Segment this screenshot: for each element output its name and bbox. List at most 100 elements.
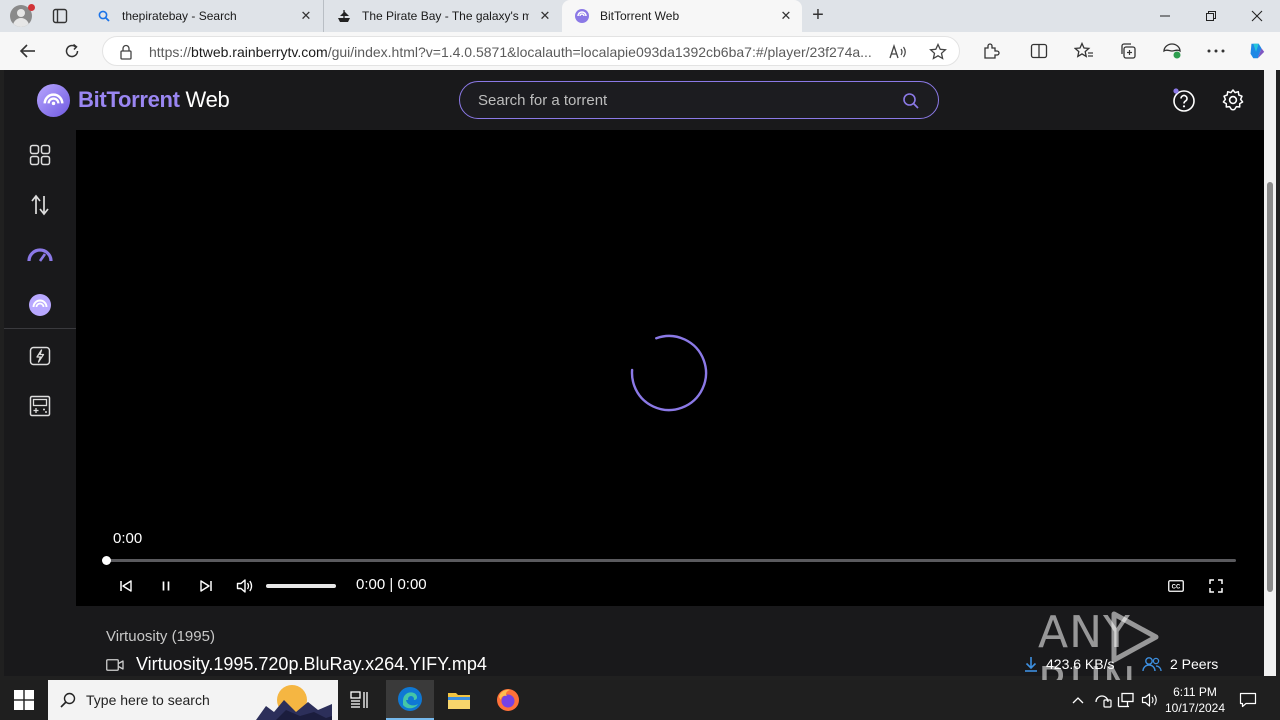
copilot-icon[interactable] [1246,41,1266,61]
taskbar-search-placeholder: Type here to search [86,692,210,708]
show-hidden-icons-button[interactable] [1068,690,1088,710]
pause-button[interactable] [156,576,176,596]
tab-title: The Pirate Bay - The galaxy's most resil… [362,9,529,23]
url-host: btweb.rainberrytv.com [191,44,328,60]
page-scrollbar[interactable] [1264,70,1276,676]
favorites-icon[interactable] [1074,41,1094,61]
sidebar-item-games[interactable] [26,392,54,420]
firefox-icon [497,689,519,711]
speaker-icon [1141,693,1157,707]
torrent-search-box [459,81,939,119]
network-button[interactable] [1116,690,1136,710]
back-button[interactable] [15,39,41,63]
close-tab-icon[interactable]: ✕ [298,8,314,24]
search-highlight-image-icon [256,682,332,720]
collections-icon[interactable] [1118,41,1138,61]
search-icon [60,692,76,708]
clock-date: 10/17/2024 [1164,701,1226,715]
favorite-star-icon[interactable] [929,43,947,61]
speed-icon [27,248,53,262]
fullscreen-button[interactable] [1206,576,1226,596]
restore-button[interactable] [1188,0,1234,32]
pirate-ship-icon [336,8,352,24]
scrollbar-thumb[interactable] [1267,182,1273,592]
restore-icon [1206,11,1216,21]
taskbar-firefox[interactable] [484,680,532,720]
back-arrow-icon [19,44,35,58]
task-view-icon [350,691,368,708]
read-aloud-icon[interactable] [889,43,907,61]
app-header: BitTorrent Web [4,70,1276,130]
settings-gear-icon[interactable] [1221,88,1245,112]
volume-tray-button[interactable] [1140,690,1160,710]
search-icon[interactable] [902,92,920,110]
close-tab-icon[interactable]: ✕ [778,8,794,24]
close-window-button[interactable] [1234,0,1280,32]
split-screen-icon[interactable] [1029,41,1049,61]
url-scheme: https:// [149,44,192,60]
address-bar[interactable]: https://btweb.rainberrytv.com/gui/index.… [102,36,960,66]
url-text[interactable]: https://btweb.rainberrytv.com/gui/index.… [149,44,889,60]
browser-essentials-icon[interactable] [1162,41,1182,61]
sidebar-item-power[interactable] [26,342,54,370]
sidebar-divider [4,328,76,329]
transfers-icon [31,194,49,216]
notifications-button[interactable] [1238,690,1258,710]
pause-icon [162,581,170,591]
playback-time: 0:00 | 0:00 [356,576,427,593]
sidebar-item-bittorrent[interactable] [26,291,54,319]
time-tooltip: 0:00 [113,530,143,547]
video-player[interactable]: 0:00 0:00 | 0:00 CC [76,130,1266,606]
tab-bittorrent-web[interactable]: BitTorrent Web ✕ [562,0,802,32]
bittorrent-logo-icon [36,83,71,117]
close-tab-icon[interactable]: ✕ [537,8,553,24]
extensions-icon[interactable] [981,41,1001,61]
volume-slider[interactable] [266,584,336,588]
sidebar-item-transfers[interactable] [26,191,54,219]
skip-back-icon [120,580,132,592]
captions-button[interactable]: CC [1166,576,1186,596]
closed-captions-icon: CC [1168,580,1184,592]
network-icon [1117,692,1134,708]
tab-thepiratebay-search[interactable]: thepiratebay - Search ✕ [84,0,322,32]
url-path: /gui/index.html?v=1.4.0.5871&localauth=l… [327,44,872,60]
sidebar-item-dashboard[interactable] [26,141,54,169]
search-icon [96,8,112,24]
tab-the-pirate-bay[interactable]: The Pirate Bay - The galaxy's most resil… [323,0,561,32]
tab-actions-icon[interactable] [52,8,68,24]
tab-title: thepiratebay - Search [122,9,237,23]
refresh-button[interactable] [59,39,85,63]
volume-icon [236,579,253,593]
close-icon [1251,10,1263,22]
media-file: Virtuosity.1995.720p.BluRay.x264.YIFY.mp… [106,654,487,675]
sidebar-item-speed[interactable] [26,241,54,269]
windows-start-icon[interactable] [14,690,34,710]
edge-icon [398,687,422,711]
brand-logo[interactable]: BitTorrent Web [36,82,230,118]
refresh-icon [65,43,79,58]
tray-app-icon[interactable] [1093,690,1113,710]
taskbar-file-explorer[interactable] [435,680,483,720]
taskbar-clock[interactable]: 6:11 PM 10/17/2024 [1160,684,1230,716]
brand-web: Web [179,87,230,112]
help-icon[interactable] [1172,88,1196,112]
new-tab-button[interactable]: + [808,5,828,26]
watermark-play-icon [1111,611,1159,663]
app-sidebar [4,130,76,676]
more-options-icon[interactable] [1206,41,1226,61]
media-title: Virtuosity (1995) [106,628,215,645]
dashboard-icon [29,144,51,166]
task-view-button[interactable] [336,680,384,720]
tray-monitor-icon [1095,695,1112,708]
volume-button[interactable] [235,576,255,596]
lock-icon[interactable] [119,44,133,60]
minimize-button[interactable] [1142,0,1188,32]
seek-handle[interactable] [101,556,111,565]
bittorrent-web-app: BitTorrent Web Search for a torrent 0:00… [4,70,1276,676]
torrent-search-input[interactable] [478,90,898,110]
skip-back-button[interactable] [116,576,136,596]
taskbar-search-box[interactable]: Type here to search [48,680,338,720]
skip-forward-button[interactable] [196,576,216,596]
taskbar-edge[interactable] [386,680,434,720]
seek-bar[interactable] [106,559,1236,562]
